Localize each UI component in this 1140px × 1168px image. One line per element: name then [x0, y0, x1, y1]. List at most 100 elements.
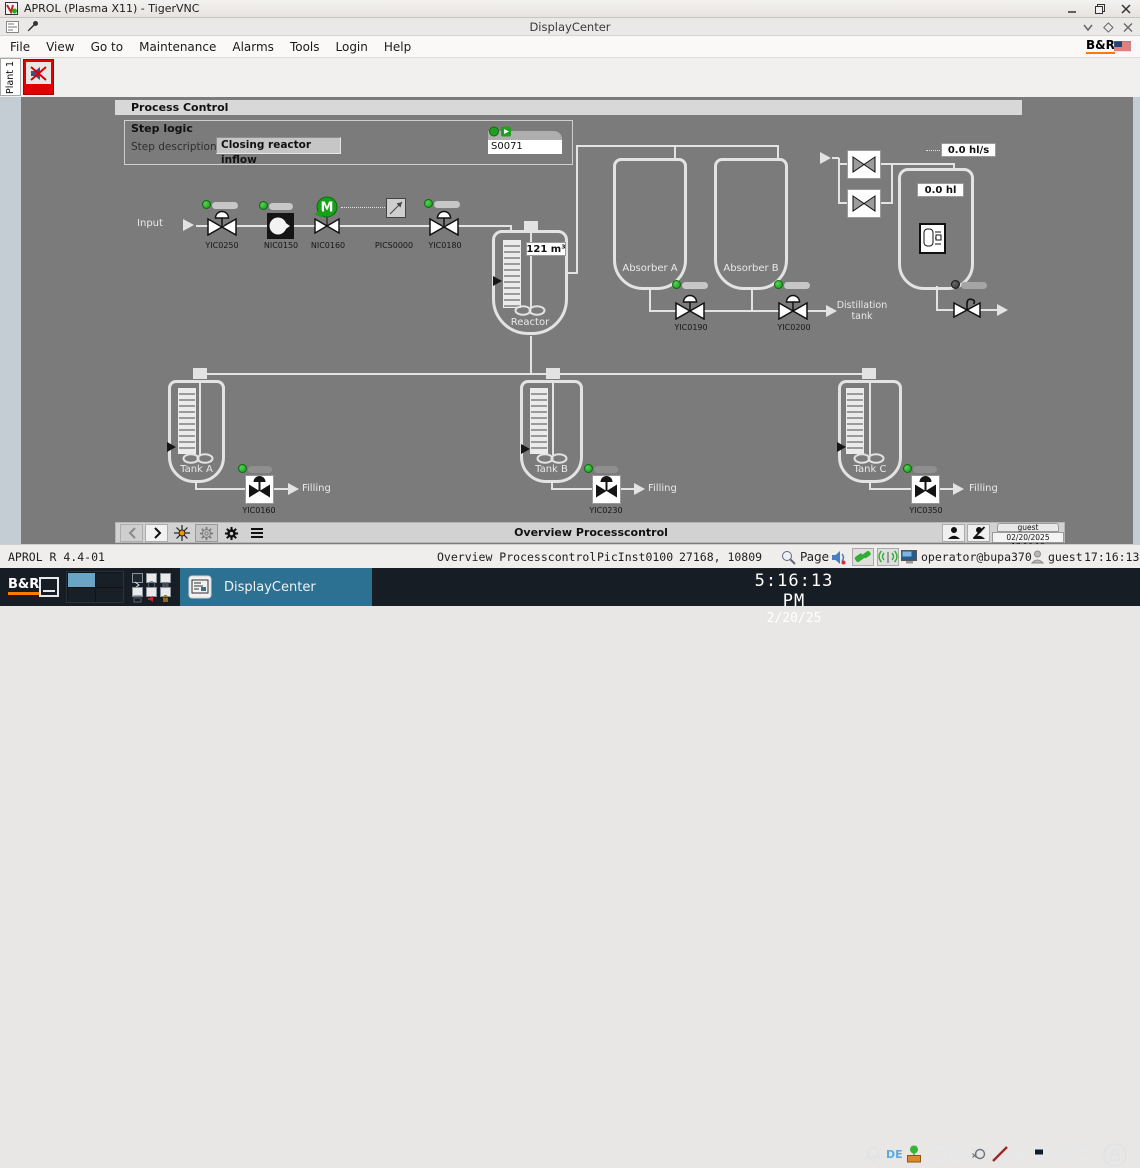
app-titlebar: DisplayCenter — [0, 18, 1140, 36]
accessibility-a-icon[interactable] — [1052, 1145, 1070, 1163]
valve-yic0350-icon[interactable] — [911, 475, 940, 504]
close-icon[interactable] — [1120, 3, 1132, 15]
status-coords: 27168, 10809 — [679, 550, 762, 564]
plug-icon — [853, 549, 873, 565]
vnc-titlebar: APROL (Plasma X11) - TigerVNC — [0, 0, 1140, 18]
globe-launcher-icon[interactable] — [146, 573, 157, 583]
task-label: DisplayCenter — [224, 580, 316, 595]
mute-tray-mini-icon[interactable] — [146, 587, 157, 597]
lock-mini-icon[interactable] — [160, 587, 171, 597]
form-launcher-icon[interactable] — [132, 587, 143, 597]
taskbar-br-logo[interactable]: B&R — [8, 578, 39, 595]
alarm-row: Plant 1 -> 02/20/2025 17:15:55.542 CET 4… — [0, 58, 1140, 97]
connection-box[interactable] — [852, 548, 874, 566]
menu-help[interactable]: Help — [384, 40, 411, 54]
step-id-field[interactable]: S0071 — [488, 140, 562, 154]
taskbar-task-displaycenter[interactable]: DisplayCenter — [180, 568, 372, 606]
display-settings-icon[interactable] — [1031, 1145, 1049, 1163]
antenna-box[interactable] — [877, 548, 899, 566]
valve-yic0190-icon[interactable] — [674, 293, 706, 320]
status-user: guest — [1048, 550, 1083, 564]
status-view-name: Overview Processcontrol — [437, 550, 596, 564]
motor-valve-nic0160-icon[interactable]: M — [314, 196, 340, 240]
valve-yic0230-icon[interactable] — [592, 475, 621, 504]
manual-valve-icon[interactable] — [952, 297, 982, 321]
display-session-icon[interactable] — [901, 550, 918, 564]
navbar-title: Overview Processcontrol — [116, 526, 1066, 539]
status-time: 17:16:13 — [1084, 550, 1139, 564]
session-user: guest — [997, 523, 1059, 532]
restore-icon[interactable] — [1102, 22, 1114, 33]
menu-alarms[interactable]: Alarms — [232, 40, 274, 54]
ltsp-pin-icon[interactable] — [905, 1145, 923, 1163]
window-title: DisplayCenter — [0, 20, 1140, 34]
antenna-icon — [878, 549, 898, 565]
alarm-mute-box[interactable] — [23, 59, 54, 95]
lock-screen-icon[interactable] — [1102, 1142, 1128, 1168]
pager-desktop[interactable] — [96, 588, 123, 602]
canvas-left-edge — [0, 97, 21, 544]
motor-letter: M — [321, 201, 334, 216]
block-valve-lower-icon[interactable] — [847, 189, 881, 218]
menu-goto[interactable]: Go to — [91, 40, 124, 54]
us-flag-icon[interactable] — [1114, 41, 1131, 52]
magnifier-icon[interactable] — [781, 550, 796, 565]
batch-unit-icon[interactable] — [919, 223, 946, 254]
session-timestamp: 02/20/2025 17:16:13 — [992, 532, 1064, 543]
maximize-icon[interactable] — [1094, 3, 1106, 15]
user-button[interactable] — [942, 524, 965, 542]
pump-nic0150-icon[interactable] — [267, 213, 294, 239]
valve-yic0250-icon[interactable] — [206, 209, 238, 236]
volume-muted-icon[interactable] — [990, 1145, 1008, 1163]
keyboard-locale[interactable]: DE — [886, 1148, 903, 1161]
horn-muted-icon — [29, 65, 48, 82]
menu-file[interactable]: File — [10, 40, 30, 54]
clock-time: 5:16:13 PM — [738, 571, 850, 611]
aprol-version: APROL R 4.4-01 — [8, 550, 105, 564]
vnc-title: APROL (Plasma X11) - TigerVNC — [24, 2, 199, 15]
terminal-launcher-icon[interactable] — [132, 573, 143, 583]
controller-pics0000-icon[interactable] — [386, 198, 406, 218]
pager-desktop[interactable] — [68, 588, 95, 602]
menu-login[interactable]: Login — [336, 40, 368, 54]
user-icon — [947, 526, 961, 540]
bluetooth-off-icon[interactable] — [970, 1145, 988, 1163]
displaycenter-icon — [188, 575, 212, 599]
menu-tools[interactable]: Tools — [290, 40, 320, 54]
logout-button[interactable] — [967, 524, 990, 542]
desktop-pager[interactable] — [66, 571, 124, 603]
valve-yic0180-icon[interactable] — [428, 209, 460, 236]
grid-launcher-icon[interactable] — [160, 573, 171, 583]
shade-icon[interactable] — [1082, 22, 1094, 33]
menubar: File View Go to Maintenance Alarms Tools… — [0, 36, 1140, 58]
printer-icon[interactable] — [1072, 1145, 1090, 1163]
window-close-icon[interactable] — [1122, 22, 1134, 33]
page-label[interactable]: Page — [800, 550, 829, 564]
statusbar: APROL R 4.4-01 Overview Processcontrol P… — [0, 544, 1140, 568]
notifications-bell-icon[interactable] — [864, 1145, 882, 1163]
taskbar: B&R DisplayCenter 5:16:13 PM 2/20/25 DE — [0, 568, 1140, 606]
show-desktop-icon[interactable] — [38, 576, 60, 598]
removable-drive-icon[interactable] — [1013, 1145, 1031, 1163]
pager-desktop[interactable] — [96, 573, 123, 587]
speaker-icon[interactable] — [831, 550, 847, 565]
picture-navbar: Overview Processcontrol guest 02/20/2025… — [115, 522, 1065, 543]
status-instance: PicInst0100 — [597, 550, 673, 564]
clock[interactable]: 5:16:13 PM 2/20/25 — [738, 571, 850, 626]
canvas-right-edge — [1133, 97, 1140, 544]
plant-tab[interactable]: Plant 1 — [0, 58, 21, 96]
status-user-icon — [1031, 550, 1044, 564]
menu-maintenance[interactable]: Maintenance — [139, 40, 216, 54]
minimize-icon[interactable] — [1066, 3, 1078, 15]
block-valve-upper-icon[interactable] — [847, 150, 881, 179]
pager-active-desktop[interactable] — [68, 573, 95, 587]
clipboard-icon[interactable] — [949, 1145, 967, 1163]
valve-yic0200-icon[interactable] — [777, 293, 809, 320]
plant-tab-label: Plant 1 — [5, 61, 16, 94]
vnc-app-icon — [5, 2, 18, 15]
status-session: operator@bupa370 — [921, 550, 1032, 564]
br-logo: B&R — [1086, 39, 1115, 54]
menu-view[interactable]: View — [46, 40, 74, 54]
valve-yic0160-icon[interactable] — [245, 475, 274, 504]
window-tray-icon[interactable] — [929, 1145, 947, 1163]
